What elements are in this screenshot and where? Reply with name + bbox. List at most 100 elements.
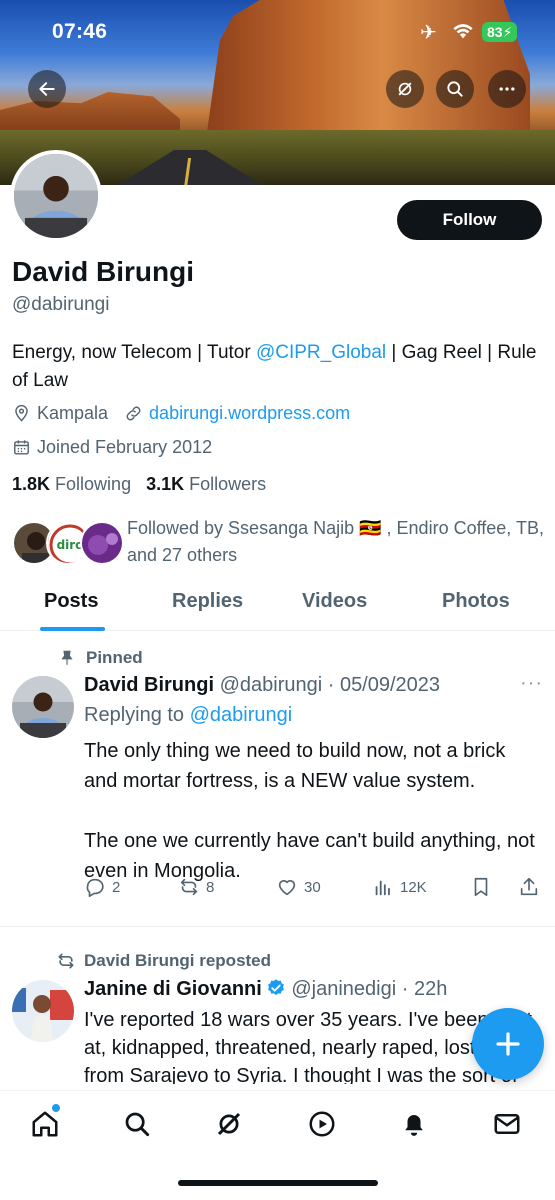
post-header: Janine di Giovanni @janinedigi · 22h xyxy=(84,978,447,1001)
views-count: 12K xyxy=(400,878,427,896)
home-notification-dot xyxy=(52,1104,60,1112)
followers-count: 3.1K xyxy=(146,474,185,494)
status-time: 07:46 xyxy=(52,20,108,43)
post-body: The only thing we need to build now, not… xyxy=(84,740,535,882)
pin-icon xyxy=(61,650,73,665)
repost-icon xyxy=(58,953,74,969)
profile-counts: 1.8K Following 3.1K Followers xyxy=(12,474,266,495)
profile-avatar[interactable] xyxy=(10,150,102,242)
post-meta: @janinedigi · 22h xyxy=(291,978,448,1000)
profile-website-link[interactable]: dabirungi.wordpress.com xyxy=(149,403,350,424)
nav-search[interactable] xyxy=(122,1109,152,1139)
profile-meta-row: Kampala dabirungi.wordpress.com xyxy=(12,403,350,424)
bio-text: Energy, now Telecom | Tutor xyxy=(12,342,256,363)
more-button[interactable] xyxy=(488,70,526,108)
following-link[interactable]: 1.8K Following xyxy=(12,474,131,494)
reply-button[interactable]: 2 xyxy=(84,876,120,898)
post-more-icon[interactable]: ··· xyxy=(520,672,543,695)
pinned-label: Pinned xyxy=(58,648,143,668)
followed-by-text: Followed by Ssesanga Najib 🇺🇬 , Endiro C… xyxy=(127,518,544,565)
search-button[interactable] xyxy=(436,70,474,108)
profile-handle: @dabirungi xyxy=(12,294,110,315)
status-bar: 07:46 ✈ 83⚡ xyxy=(0,18,555,48)
tab-photos[interactable]: Photos xyxy=(442,590,510,613)
back-button[interactable] xyxy=(28,70,66,108)
follower-avatar xyxy=(80,521,124,565)
profile-joined-row: Joined February 2012 xyxy=(12,437,212,458)
home-icon xyxy=(32,1111,58,1137)
grok-button[interactable] xyxy=(386,70,424,108)
heart-icon xyxy=(278,880,296,896)
plus-icon xyxy=(496,1032,520,1056)
follow-button[interactable]: Follow xyxy=(397,200,542,240)
bio-mention-link[interactable]: @CIPR_Global xyxy=(256,342,386,363)
home-indicator xyxy=(178,1180,378,1186)
link-icon xyxy=(126,406,141,421)
profile-tabs: Posts Replies Videos Photos xyxy=(0,580,555,631)
post-author-name[interactable]: Janine di Giovanni xyxy=(84,978,262,1000)
replying-to: Replying to @dabirungi xyxy=(84,704,292,727)
tab-replies[interactable]: Replies xyxy=(172,590,243,613)
grok-icon xyxy=(398,82,412,96)
views-icon xyxy=(375,880,390,896)
post-author-avatar[interactable] xyxy=(12,676,74,738)
compose-button[interactable] xyxy=(472,1008,544,1080)
tab-posts[interactable]: Posts xyxy=(44,590,98,613)
post-header: David Birungi @dabirungi · 05/09/2023 xyxy=(84,674,440,697)
video-icon xyxy=(309,1111,335,1137)
repost-label: David Birungi reposted xyxy=(56,951,271,971)
messages-icon xyxy=(494,1114,520,1134)
post-author-avatar[interactable] xyxy=(12,980,74,1042)
reply-count: 2 xyxy=(112,878,121,896)
location-icon xyxy=(15,404,28,422)
post-divider xyxy=(0,926,555,927)
followers-link[interactable]: 3.1K Followers xyxy=(146,474,266,494)
views-button[interactable]: 12K xyxy=(372,876,427,898)
profile-bio: Energy, now Telecom | Tutor @CIPR_Global… xyxy=(12,339,542,395)
like-button[interactable]: 30 xyxy=(276,876,321,898)
following-count: 1.8K xyxy=(12,474,51,494)
followed-by-row[interactable]: diro Followed by Ssesanga Najib 🇺🇬 , End… xyxy=(12,515,552,567)
notifications-icon xyxy=(405,1115,423,1136)
bookmark-button[interactable] xyxy=(470,876,498,898)
search-icon xyxy=(125,1112,150,1137)
bookmark-icon xyxy=(474,877,488,897)
nav-home[interactable] xyxy=(30,1109,60,1139)
profile-joined: Joined February 2012 xyxy=(37,437,213,457)
wifi-icon xyxy=(453,24,473,39)
profile-name: David Birungi xyxy=(12,256,195,287)
repost-count: 8 xyxy=(206,878,215,896)
share-button[interactable] xyxy=(518,876,546,898)
more-icon xyxy=(499,87,515,91)
repost-button[interactable]: 8 xyxy=(178,876,214,898)
back-arrow-icon xyxy=(39,82,55,96)
post-author-name[interactable]: David Birungi xyxy=(84,674,214,696)
replying-prefix: Replying to xyxy=(84,704,190,726)
airplane-icon: ✈ xyxy=(420,22,437,44)
nav-grok[interactable] xyxy=(214,1109,244,1139)
pinned-text: Pinned xyxy=(86,648,143,667)
verified-badge-icon xyxy=(267,979,284,996)
profile-photo xyxy=(14,154,98,238)
battery-indicator: 83⚡ xyxy=(482,22,518,42)
calendar-icon xyxy=(14,440,29,455)
grok-icon xyxy=(217,1112,241,1136)
reply-icon xyxy=(86,878,104,897)
repost-label-text: David Birungi reposted xyxy=(84,951,272,970)
profile-location: Kampala xyxy=(37,403,109,423)
post-meta: @dabirungi · 05/09/2023 xyxy=(219,674,441,696)
nav-video[interactable] xyxy=(307,1109,337,1139)
followers-label: Followers xyxy=(189,474,267,494)
following-label: Following xyxy=(55,474,132,494)
like-count: 30 xyxy=(304,878,321,896)
repost-icon xyxy=(180,878,198,896)
active-tab-indicator xyxy=(40,627,105,631)
battery-level: 83 xyxy=(487,24,503,40)
search-icon xyxy=(447,81,463,97)
post-actions: 2 8 30 12K xyxy=(84,876,544,904)
nav-notifications[interactable] xyxy=(399,1109,429,1139)
replying-handle-link[interactable]: @dabirungi xyxy=(190,704,293,726)
tab-videos[interactable]: Videos xyxy=(302,590,367,613)
share-icon xyxy=(520,877,538,896)
nav-messages[interactable] xyxy=(492,1109,522,1139)
